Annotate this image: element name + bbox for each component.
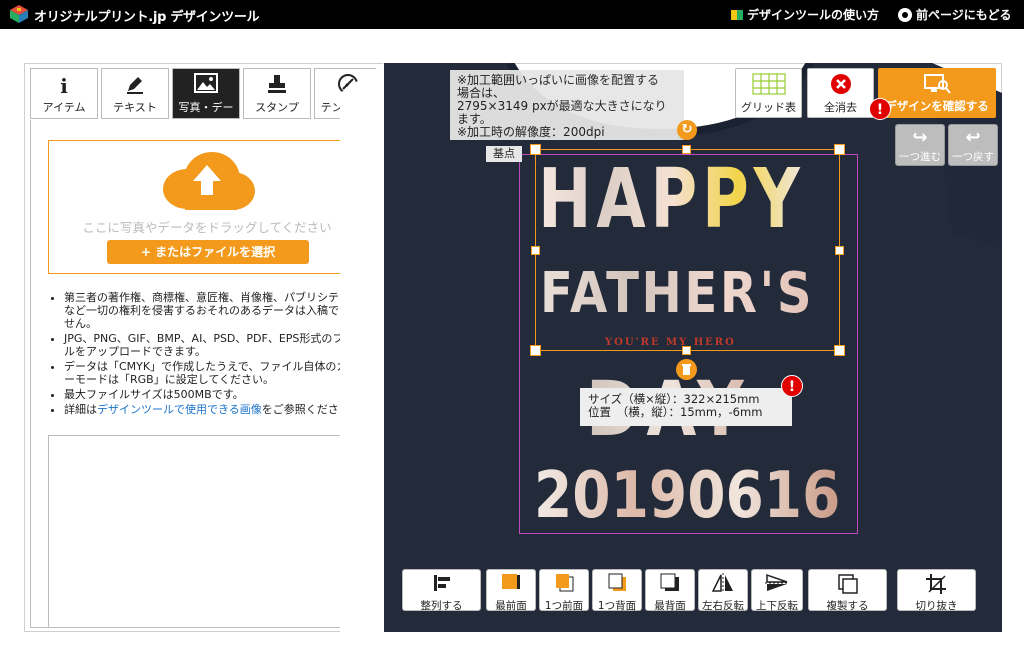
grid-toggle-button[interactable]: グリッド表 (735, 68, 802, 118)
note-prefix: 詳細は (64, 403, 97, 416)
stamp-icon (244, 69, 310, 99)
align-button[interactable]: 整列する (402, 569, 481, 612)
upload-dropzone[interactable]: ここに写真やデータをドラッグしてください + またはファイルを選択 (48, 140, 366, 274)
send-back-label: 最背面 (654, 600, 686, 612)
help-link[interactable]: デザインツールの使い方 (730, 6, 879, 23)
resize-handle-left[interactable] (531, 246, 540, 255)
resize-handle-top-left[interactable] (530, 144, 541, 155)
note-item: 詳細はデザインツールで使用できる画像をご参照ください。 (64, 403, 368, 416)
flip-horizontal-button[interactable]: 左右反転 (698, 569, 748, 612)
size-position-info: サイズ（横×縦）：322×215mm 位置 （横，縦）：15mm，-6mm (580, 388, 792, 426)
resize-handle-top[interactable] (682, 145, 691, 154)
crop-label: 切り抜き (915, 600, 958, 612)
monitor-search-icon (878, 68, 996, 98)
flip-horizontal-label: 左右反転 (702, 600, 744, 612)
selection-box[interactable] (535, 149, 840, 351)
undo-label: 一つ戻す (952, 151, 994, 163)
note-item: データは「CMYK」で作成したうえで、ファイル自体のカラーモードは「RGB」に設… (64, 360, 368, 386)
upload-notes: 第三者の著作権、商標権、意匠権、肖像権、パブリシティ権など一切の権利を侵害するお… (48, 291, 368, 418)
tab-item[interactable]: i アイテム (30, 68, 98, 119)
tooltip-line: ※加工時の解像度：200dpi (457, 125, 605, 139)
clear-all-label: 全消去 (824, 101, 857, 114)
undo-button[interactable]: ↩ 一つ戻す (948, 124, 998, 166)
flip-horizontal-icon (699, 570, 747, 598)
confirm-design-label: デザインを確認する (885, 99, 989, 113)
logo-cube-icon (10, 5, 28, 23)
duplicate-icon (809, 570, 886, 598)
resize-handle-bottom-right[interactable] (834, 345, 845, 356)
align-icon (403, 570, 480, 598)
redo-button[interactable]: ↪ 一つ進む (895, 124, 945, 166)
rotate-handle-icon[interactable]: ↻ (677, 120, 697, 140)
redo-label: 一つ進む (899, 151, 941, 163)
duplicate-button[interactable]: 複製する (808, 569, 887, 612)
grid-toggle-label: グリッド表 (741, 101, 796, 114)
print-size-tooltip: ※加工範囲いっぱいに画像を配置する 場合は、 2795×3149 pxが最適な大… (450, 70, 684, 140)
bring-front-button[interactable]: 最前面 (486, 569, 536, 612)
tab-photo[interactable]: 写真・デー (172, 68, 240, 119)
send-backward-icon (593, 570, 641, 598)
clear-all-button[interactable]: 全消去 (807, 68, 874, 118)
uploaded-images-list[interactable] (48, 435, 366, 627)
tool-tabs: i アイテム テキスト 写真・デー スタンプ テンプレー (30, 68, 384, 120)
drop-instruction: ここに写真やデータをドラッグしてください (82, 220, 332, 235)
grid-icon (736, 69, 801, 99)
warning-icon[interactable]: ! (869, 98, 891, 120)
close-icon (808, 69, 873, 99)
note-item: JPG、PNG、GIF、BMP、AI、PSD、PDF、EPS形式のファイルをアッ… (64, 332, 368, 358)
book-icon (731, 9, 743, 20)
origin-label: 基点 (486, 146, 522, 162)
duplicate-label: 複製する (826, 600, 869, 612)
image-icon (173, 69, 239, 99)
confirm-design-button[interactable]: デザインを確認する (878, 68, 996, 118)
help-link-label: デザインツールの使い方 (747, 8, 880, 22)
redo-arrow-icon: ↪ (912, 127, 928, 148)
tab-text[interactable]: テキスト (101, 68, 169, 119)
cloud-upload-icon (163, 152, 255, 210)
bring-forward-icon (540, 570, 588, 598)
send-back-button[interactable]: 最背面 (645, 569, 695, 612)
send-backward-button[interactable]: 1つ背面 (592, 569, 642, 612)
bring-forward-label: 1つ前面 (544, 600, 584, 612)
position-info: 位置 （横，縦）：15mm，-6mm (588, 405, 763, 419)
bring-front-icon (487, 570, 535, 598)
flip-vertical-button[interactable]: 上下反転 (751, 569, 803, 612)
note-item: 最大ファイルサイズは500MBです。 (64, 388, 368, 401)
tab-label: スタンプ (255, 101, 299, 114)
tab-label: アイテム (42, 101, 86, 114)
select-file-button[interactable]: + またはファイルを選択 (107, 240, 309, 264)
flip-vertical-label: 上下反転 (756, 600, 798, 612)
flip-vertical-icon (752, 570, 802, 598)
top-bar: オリジナルプリント.jp デザインツール デザインツールの使い方 前ページにもど… (0, 0, 1024, 29)
crop-button[interactable]: 切り抜き (897, 569, 976, 612)
note-item: 第三者の著作権、商標権、意匠権、肖像権、パブリシティ権など一切の権利を侵害するお… (64, 291, 368, 330)
usable-images-link[interactable]: デザインツールで使用できる画像 (97, 403, 262, 416)
crop-icon (898, 570, 975, 598)
bring-forward-button[interactable]: 1つ前面 (539, 569, 589, 612)
resize-handle-top-right[interactable] (834, 144, 845, 155)
warning-icon[interactable]: ! (781, 375, 803, 397)
design-text-date[interactable]: 20190616 (534, 458, 840, 534)
info-icon: i (60, 74, 68, 98)
align-label: 整列する (420, 600, 463, 612)
resize-handle-bottom[interactable] (682, 346, 691, 355)
back-link[interactable]: 前ページにもどる (898, 6, 1012, 23)
undo-arrow-icon: ↩ (965, 127, 981, 148)
tab-label: テキスト (113, 101, 157, 114)
bring-front-label: 最前面 (495, 600, 527, 612)
tab-stamp[interactable]: スタンプ (243, 68, 311, 119)
delete-trash-icon[interactable] (676, 359, 697, 380)
pen-icon (102, 69, 168, 99)
send-back-icon (646, 570, 694, 598)
send-backward-label: 1つ背面 (597, 600, 637, 612)
back-circle-icon (898, 7, 912, 22)
resize-handle-right[interactable] (835, 246, 844, 255)
resize-handle-bottom-left[interactable] (530, 345, 541, 356)
site-logo-text[interactable]: オリジナルプリント.jp デザインツール (34, 6, 260, 25)
tab-label: 写真・デー (178, 101, 234, 114)
back-link-label: 前ページにもどる (916, 8, 1012, 22)
